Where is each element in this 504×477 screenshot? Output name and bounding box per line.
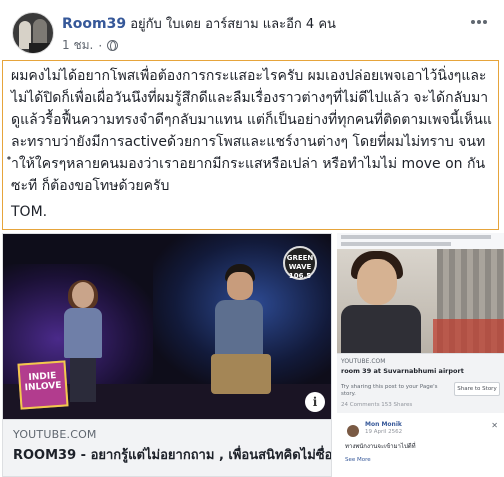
close-icon: ✕ [491, 421, 498, 430]
comment-date: 19 April 2562 [365, 429, 403, 435]
side-photo [337, 249, 504, 353]
commenter-avatar [347, 425, 359, 437]
share-to-story-button: Share to Story [454, 382, 500, 396]
side-screenshot-image[interactable]: YOUTUBE.COM room 39 at Suvarnabhumi airp… [337, 233, 504, 477]
side-top-strip [337, 233, 504, 249]
page-avatar[interactable] [12, 12, 54, 54]
side-stats: 24 Comments 153 Shares [341, 402, 413, 408]
page-name-link[interactable]: Room39 [62, 16, 126, 32]
show-logo: INDIE INLOVE [17, 360, 69, 410]
globe-icon [107, 40, 119, 51]
attachment-meta[interactable]: YOUTUBE.COM ROOM39 - อยากรู้แต่ไม่อยากถา… [3, 419, 331, 476]
link-attachment-card[interactable]: GREEN WAVE 106.5 INDIE INLOVE i YOUTUBE.… [2, 233, 332, 477]
video-thumbnail[interactable]: GREEN WAVE 106.5 INDIE INLOVE i [3, 234, 331, 419]
comment-text: ทางพนักงานจะเข้ามาไปดีที่ [345, 443, 416, 450]
post-author-line: Room39 อยู่กับ ใบเตย อาร์สยาม และอีก 4 ค… [62, 13, 336, 34]
channel-logo: GREEN WAVE 106.5 [283, 246, 317, 280]
see-more-link: See More [345, 457, 371, 463]
more-dots-icon [471, 20, 475, 24]
side-share-hint: Try sharing this post to your Page's sto… [341, 384, 438, 397]
commenter-name: Mon Monik [365, 421, 402, 428]
attachment-title[interactable]: ROOM39 - อยากรู้แต่ไม่อยากถาม , เพื่อนสน… [13, 444, 331, 465]
post-body-text: ผมคงไม่ได้อยากโพสเพื่อต้องการกระแสอะไรคร… [11, 68, 492, 194]
post-header: Room39 อยู่กับ ใบเตย อาร์สยาม และอีก 4 ค… [12, 10, 492, 58]
post-signature: TOM. [11, 204, 48, 220]
post-timestamp[interactable]: 1 ชม. [62, 36, 93, 55]
post-text-highlight: ผมคงไม่ได้อยากโพสเพื่อต้องการกระแสอะไรคร… [2, 60, 499, 230]
side-comment: Mon Monik 19 April 2562 ✕ ทางพนักงานจะเข… [337, 413, 504, 477]
side-title: room 39 at Suvarnabhumi airport [341, 367, 464, 375]
side-domain: YOUTUBE.COM [341, 358, 386, 365]
tagged-with-text[interactable]: อยู่กับ ใบเตย อาร์สยาม และอีก 4 คน [126, 17, 336, 32]
attachment-domain: YOUTUBE.COM [13, 428, 97, 441]
info-icon[interactable]: i [305, 392, 325, 412]
post-meta: 1 ชม. · [62, 36, 119, 55]
guitarist-figure [203, 264, 273, 414]
post-options-button[interactable] [468, 14, 490, 30]
facebook-post: Room39 อยู่กับ ใบเตย อาร์สยาม และอีก 4 ค… [0, 0, 504, 477]
